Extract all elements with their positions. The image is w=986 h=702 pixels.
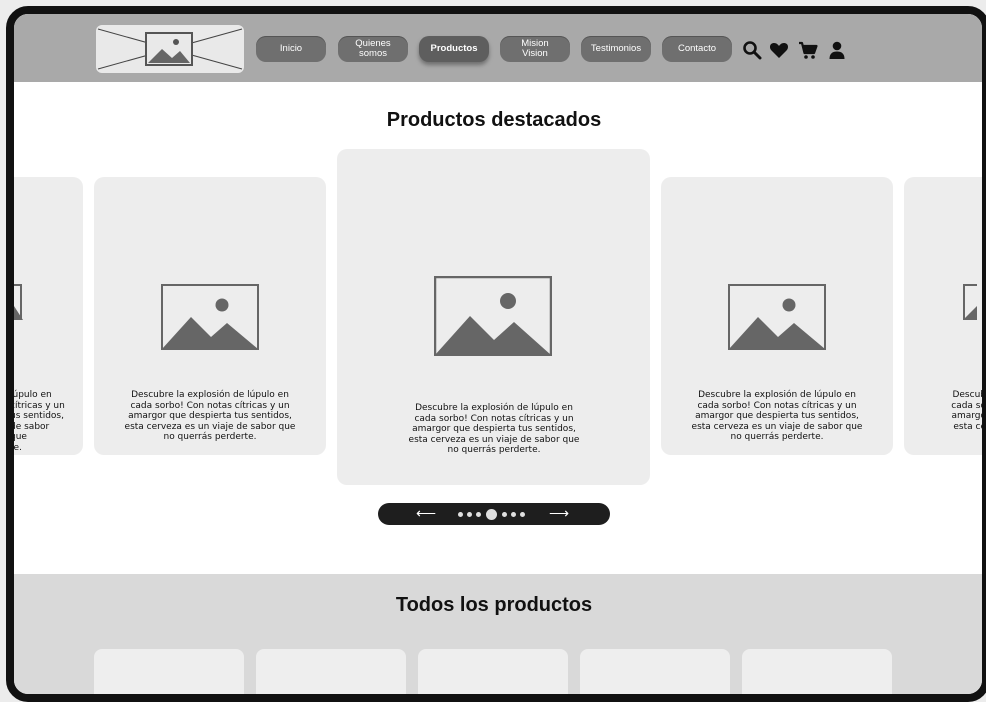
nav-mision-vision-button[interactable]: Mision Vision (500, 36, 570, 62)
image-placeholder-icon (14, 284, 23, 320)
carousel-dot[interactable] (458, 512, 463, 517)
product-card-description: lúpulo en cítricas y un us sentidos, de … (10, 390, 65, 453)
carousel-control: ⟵ ⟶ (378, 503, 610, 525)
nav-contacto-button[interactable]: Contacto (662, 36, 732, 62)
all-products-title: Todos los productos (395, 594, 593, 616)
product-grid-card[interactable] (94, 649, 244, 694)
product-grid-card[interactable] (418, 649, 568, 694)
nav-testimonios-button[interactable]: Testimonios (581, 36, 651, 62)
image-placeholder-icon (434, 276, 552, 356)
carousel-dot[interactable] (520, 512, 525, 517)
logo-placeholder[interactable] (96, 25, 244, 73)
carousel-dot-active[interactable] (486, 509, 497, 520)
product-card-partial-right[interactable]: Descub cada so amargo esta ce (904, 177, 986, 455)
all-products-section: Todos los productos (14, 574, 982, 694)
nav-inicio-button[interactable]: Inicio (256, 36, 326, 62)
product-card-description: Descubre la explosión de lúpulo en cada … (124, 390, 296, 442)
product-card-description: Descubre la explosión de lúpulo en cada … (408, 403, 580, 455)
featured-title: Productos destacados (386, 109, 602, 131)
carousel-next-button[interactable]: ⟶ (549, 506, 569, 520)
carousel-dot[interactable] (467, 512, 472, 517)
product-card-featured[interactable]: Descubre la explosión de lúpulo en cada … (337, 149, 650, 485)
product-grid-card[interactable] (256, 649, 406, 694)
page: Inicio Quienes somos Productos Mision Vi… (14, 14, 982, 694)
cart-icon[interactable] (798, 40, 818, 60)
header: Inicio Quienes somos Productos Mision Vi… (14, 14, 982, 82)
image-placeholder-icon (963, 284, 977, 320)
image-placeholder-icon (728, 284, 826, 350)
nav-contacto-label: Contacto (677, 43, 717, 54)
device-frame: Inicio Quienes somos Productos Mision Vi… (6, 6, 986, 702)
nav-productos-label: Productos (430, 43, 478, 54)
product-grid-card[interactable] (580, 649, 730, 694)
carousel-prev-button[interactable]: ⟵ (416, 506, 436, 520)
search-icon[interactable] (742, 40, 762, 60)
image-placeholder-icon (161, 284, 259, 350)
product-card[interactable]: Descubre la explosión de lúpulo en cada … (94, 177, 326, 455)
product-card-description: Descub cada so amargo esta ce (951, 390, 986, 432)
product-card-partial-left[interactable]: lúpulo en cítricas y un us sentidos, de … (10, 177, 83, 455)
product-card[interactable]: Descubre la explosión de lúpulo en cada … (661, 177, 893, 455)
heart-icon[interactable] (769, 40, 789, 60)
nav-productos-button[interactable]: Productos (419, 36, 489, 62)
logo-placeholder-icon (97, 28, 243, 70)
carousel-dot[interactable] (511, 512, 516, 517)
nav-quienes-somos-button[interactable]: Quienes somos (338, 36, 408, 62)
carousel-dot[interactable] (502, 512, 507, 517)
user-icon[interactable] (827, 40, 847, 60)
nav-mision-label-2: Vision (522, 48, 548, 59)
nav-inicio-label: Inicio (279, 43, 303, 54)
nav-testimonios-label: Testimonios (590, 43, 642, 54)
nav-quienes-label-2: somos (359, 48, 387, 59)
product-card-description: Descubre la explosión de lúpulo en cada … (691, 390, 863, 442)
carousel-dot[interactable] (476, 512, 481, 517)
product-grid-card[interactable] (742, 649, 892, 694)
